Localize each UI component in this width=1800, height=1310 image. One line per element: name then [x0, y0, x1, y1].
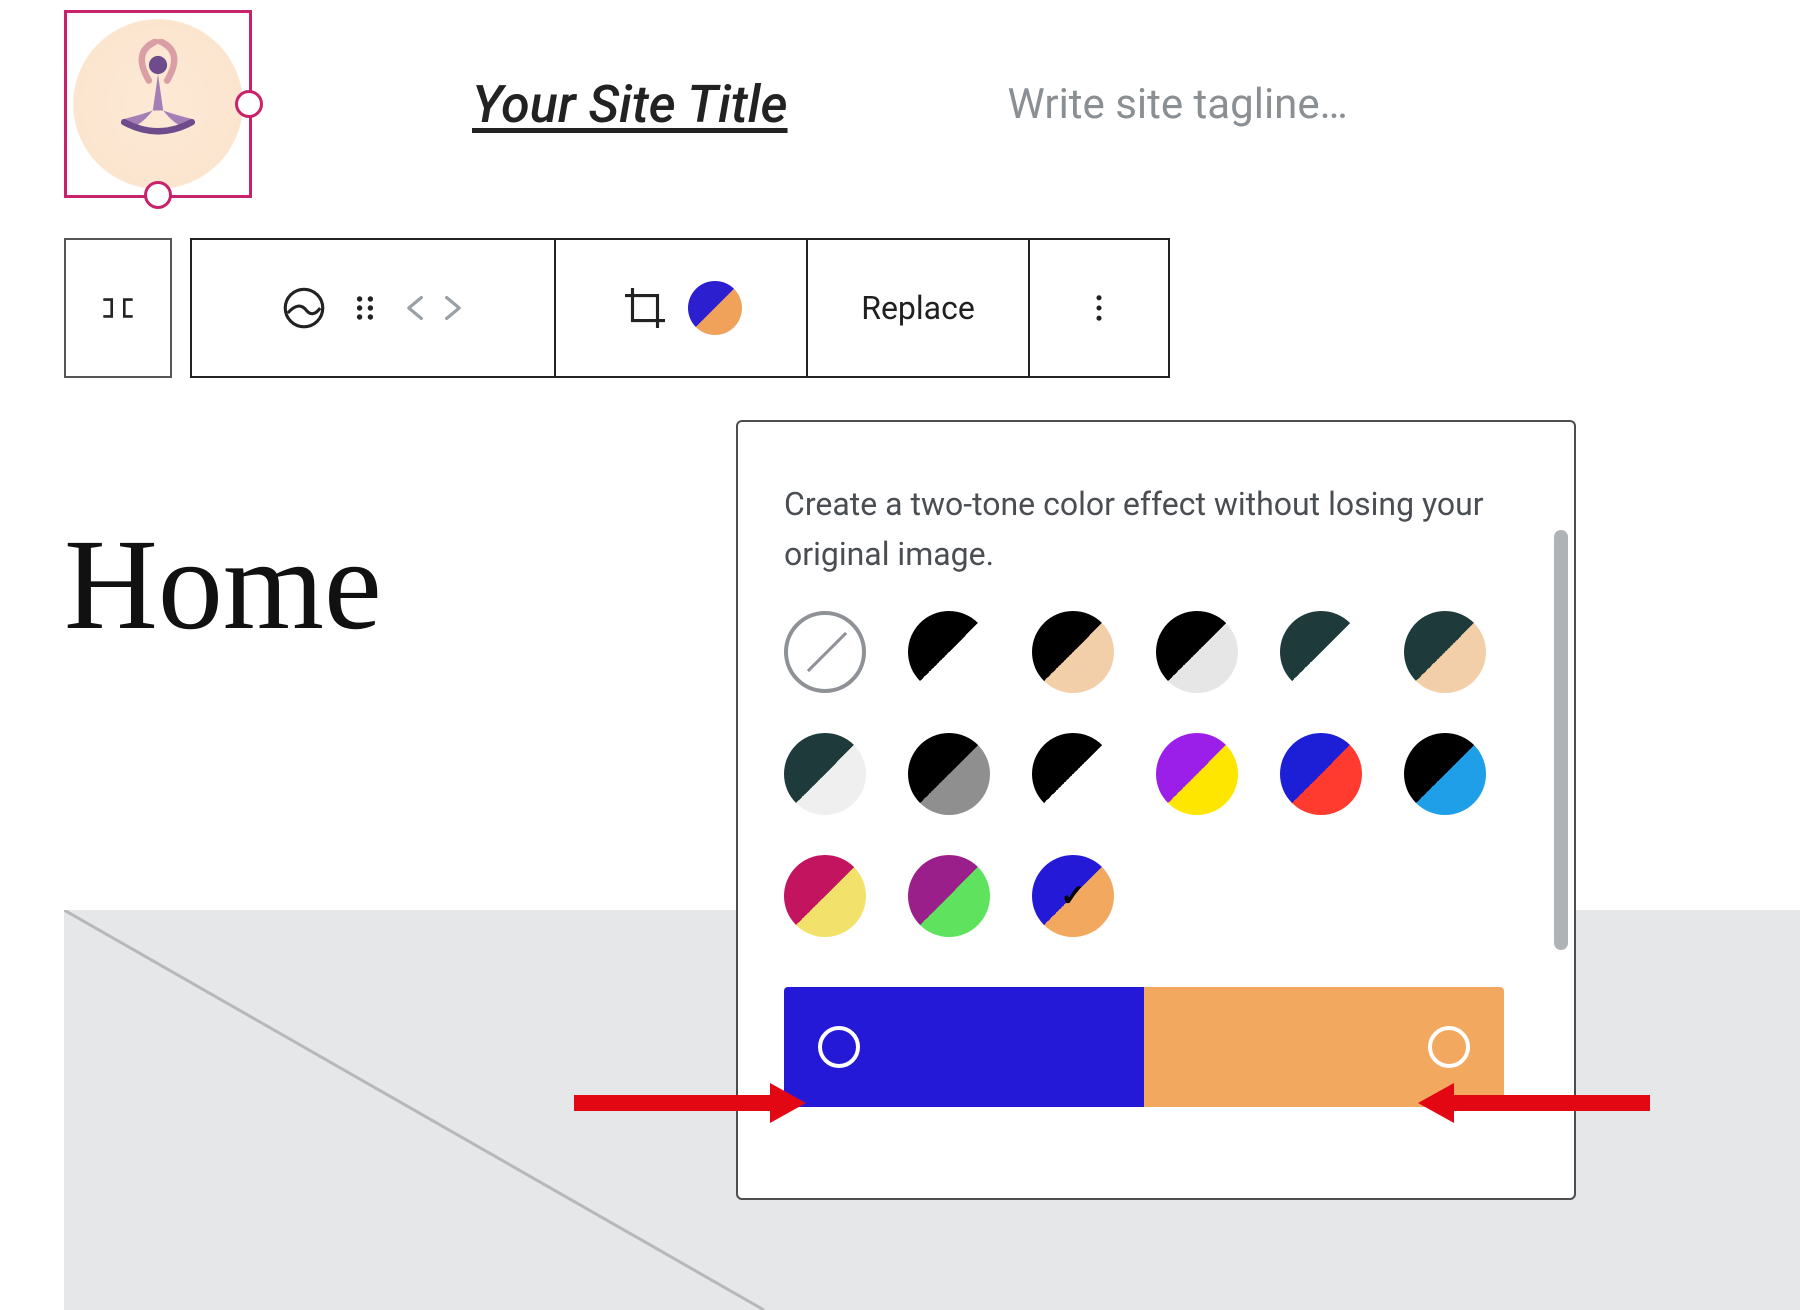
- annotation-arrow-right: [1450, 1095, 1650, 1111]
- move-arrows-icon[interactable]: [401, 287, 467, 329]
- block-switcher-icon: [97, 287, 139, 329]
- duotone-swatch-darkteal-white[interactable]: [1280, 611, 1362, 693]
- block-switcher-button[interactable]: [64, 238, 172, 378]
- duotone-swatch-black-gray[interactable]: [908, 733, 990, 815]
- duotone-swatch-purple-yellow[interactable]: [1156, 733, 1238, 815]
- duotone-filter-button[interactable]: [688, 281, 742, 335]
- duotone-description: Create a two-tone color effect without l…: [784, 480, 1528, 579]
- annotation-arrowhead-left: [770, 1083, 806, 1123]
- site-title[interactable]: Your Site Title: [472, 74, 788, 135]
- scrollbar-thumb[interactable]: [1554, 530, 1568, 950]
- duotone-swatch-black-cyan[interactable]: [1404, 733, 1486, 815]
- duotone-swatch-black-lightgray[interactable]: [1156, 611, 1238, 693]
- duotone-swatch-none[interactable]: [784, 611, 866, 693]
- resize-handle-right[interactable]: [235, 90, 263, 118]
- shadow-color-indicator-icon: [818, 1026, 860, 1068]
- duotone-swatch-darkteal-lightgray[interactable]: [784, 733, 866, 815]
- replace-label: Replace: [861, 289, 975, 327]
- site-logo-image[interactable]: [73, 19, 243, 189]
- duotone-swatch-black-peach[interactable]: [1032, 611, 1114, 693]
- replace-button[interactable]: Replace: [808, 240, 1030, 376]
- duotone-swatch-blue-orange[interactable]: ✓: [1032, 855, 1114, 937]
- site-header: Your Site Title Write site tagline…: [64, 10, 1348, 198]
- duotone-swatch-black-white2[interactable]: [1032, 733, 1114, 815]
- resize-handle-bottom[interactable]: [144, 181, 172, 209]
- logo-illustration-icon: [93, 39, 223, 169]
- popover-scrollbar[interactable]: [1554, 430, 1568, 1190]
- duotone-swatch-grid: ✓: [784, 611, 1528, 937]
- styles-icon[interactable]: [279, 283, 329, 333]
- crop-icon[interactable]: [620, 283, 670, 333]
- duotone-swatch-blue-red[interactable]: [1280, 733, 1362, 815]
- duotone-swatch-darkteal-peach[interactable]: [1404, 611, 1486, 693]
- duotone-shadow-color[interactable]: [784, 987, 1144, 1107]
- highlight-color-indicator-icon: [1428, 1026, 1470, 1068]
- more-vertical-icon: [1082, 285, 1116, 331]
- block-toolbar-group: Replace: [190, 238, 1170, 378]
- page-title[interactable]: Home: [64, 510, 382, 660]
- drag-handle-icon[interactable]: [347, 290, 383, 326]
- site-logo-block[interactable]: [64, 10, 252, 198]
- duotone-swatch-magenta-yellow[interactable]: [784, 855, 866, 937]
- duotone-swatch-black-white[interactable]: [908, 611, 990, 693]
- annotation-arrow-left: [574, 1095, 774, 1111]
- check-icon: ✓: [1060, 879, 1085, 914]
- more-options-button[interactable]: [1030, 240, 1168, 376]
- annotation-arrowhead-right: [1418, 1083, 1454, 1123]
- site-tagline-placeholder[interactable]: Write site tagline…: [1008, 80, 1348, 129]
- block-toolbar: Replace: [64, 238, 1170, 378]
- duotone-color-pair: [784, 987, 1504, 1107]
- duotone-swatch-purple-green[interactable]: [908, 855, 990, 937]
